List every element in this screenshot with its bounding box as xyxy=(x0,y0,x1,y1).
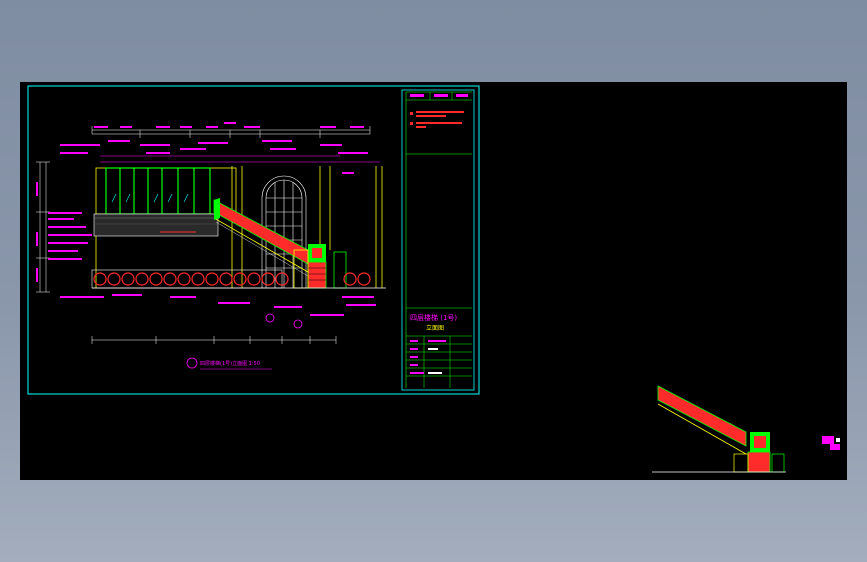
drawing-caption: 四层楼梯(1号)立面图 1:50 xyxy=(186,357,272,370)
stair-detail-view xyxy=(652,385,786,473)
left-annotations xyxy=(48,212,98,298)
drawing-subtitle: 立面图 xyxy=(426,324,444,332)
cad-model-space[interactable]: 四层楼梯 (1号) 立面图 四层楼梯(1号)立面图 1:50 xyxy=(20,82,847,480)
dimension-lines-left xyxy=(36,161,50,293)
base-ornament-row xyxy=(91,269,386,289)
detail-callout xyxy=(822,436,840,450)
dimension-line-bottom xyxy=(91,336,337,344)
title-block-notes xyxy=(410,94,468,374)
landing-slab xyxy=(93,213,219,237)
drawing-title: 四层楼梯 (1号) xyxy=(410,313,457,322)
bottom-annotations xyxy=(64,294,376,329)
drawing-canvas[interactable]: 四层楼梯 (1号) 立面图 四层楼梯(1号)立面图 1:50 xyxy=(20,82,847,480)
drawing-caption-text: 四层楼梯(1号)立面图 1:50 xyxy=(200,360,260,367)
